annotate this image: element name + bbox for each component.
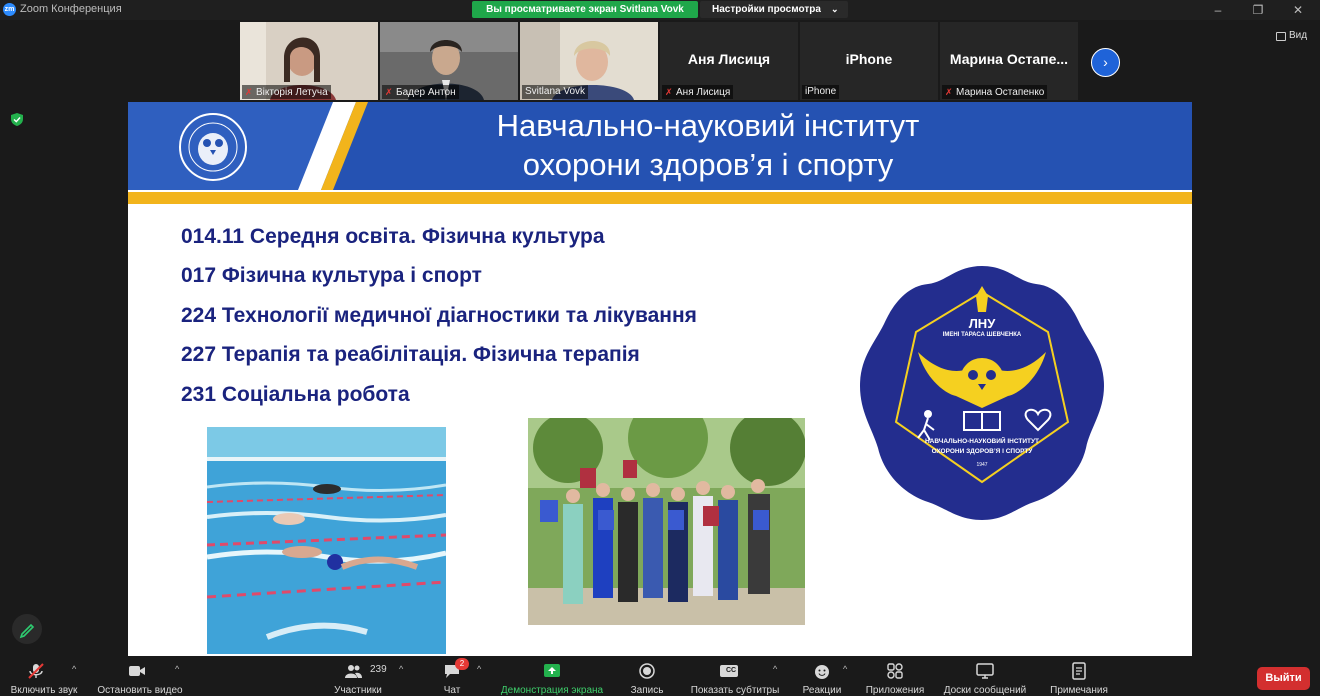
participants-icon: [345, 665, 362, 678]
participants-button[interactable]: 239 Участники: [322, 656, 394, 696]
participant-tile[interactable]: ✗ Вікторія Летуча: [240, 22, 378, 100]
encryption-shield-icon[interactable]: [11, 113, 23, 126]
mic-muted-icon: ✗: [245, 87, 253, 97]
participant-display-name: Марина Остапе...: [949, 51, 1069, 67]
participant-tile[interactable]: iPhone iPhone: [800, 22, 938, 100]
slide-title: Навчально-науковий інститут охорони здор…: [428, 106, 988, 184]
chat-button[interactable]: 2 Чат: [430, 656, 474, 696]
slide-title-line-1: Навчально-науковий інститут: [496, 108, 920, 143]
specialty-item: 017 Фізична культура і спорт: [181, 264, 482, 287]
participant-name: ✗ Бадер Антон: [382, 85, 459, 99]
slide-title-line-2: охорони здоров’я і спорту: [522, 147, 894, 182]
zoom-logo-icon: zm: [3, 3, 16, 16]
notes-button[interactable]: Примечания: [1044, 656, 1114, 696]
participant-display-name: iPhone: [845, 51, 893, 67]
participant-tile-active-speaker[interactable]: Svitlana Vovk: [520, 22, 658, 100]
share-screen-icon: [544, 664, 560, 677]
participant-name: ✗ Вікторія Летуча: [242, 85, 331, 99]
unmute-label: Включить звук: [10, 685, 78, 696]
shared-screen-slide: Навчально-науковий інститут охорони здор…: [128, 102, 1192, 656]
participant-name: ✗ Аня Лисиця: [662, 85, 734, 99]
mic-off-icon: [28, 663, 44, 679]
university-seal-logo: [179, 113, 247, 181]
grid-view-icon: [1276, 32, 1286, 41]
whiteboard-icon: [976, 663, 994, 679]
show-captions-label: Показать субтитры: [690, 685, 780, 696]
restore-icon[interactable]: ❐: [1250, 2, 1266, 18]
specialty-item: 227 Терапія та реабілітація. Фізична тер…: [181, 343, 640, 366]
share-screen-label: Демонстрация экрана: [500, 685, 604, 696]
apps-label: Приложения: [865, 685, 925, 696]
video-camera-icon: [129, 666, 145, 676]
minimize-icon[interactable]: –: [1210, 2, 1226, 18]
notes-label: Примечания: [1050, 685, 1108, 696]
swimming-pool-photo: [207, 427, 446, 654]
pencil-icon: [19, 623, 35, 639]
leave-meeting-button[interactable]: Выйти: [1257, 667, 1310, 690]
specialty-item: 224 Технології медичної діагностики та л…: [181, 304, 697, 327]
whiteboards-label: Доски сообщений: [943, 685, 1027, 696]
chevron-down-icon: ⌄: [831, 4, 839, 14]
next-page-chevron-icon[interactable]: ›: [1091, 48, 1120, 77]
video-caret-icon[interactable]: ^: [175, 664, 179, 674]
participant-tile[interactable]: Аня Лисиця ✗ Аня Лисиця: [660, 22, 798, 100]
smiley-icon: [815, 665, 829, 679]
specialty-item: 231 Соціальна робота: [181, 383, 410, 406]
logo-abbreviation: ЛНУ: [968, 316, 996, 331]
reactions-caret-icon[interactable]: ^: [843, 664, 847, 674]
captions-icon-text: CC: [726, 667, 737, 674]
participants-label: Участники: [334, 685, 382, 696]
close-icon[interactable]: ✕: [1290, 2, 1306, 18]
participant-display-name: Аня Лисиця: [687, 51, 771, 67]
whiteboards-button[interactable]: Доски сообщений: [938, 656, 1032, 696]
stop-video-button[interactable]: ^ Остановить видео: [92, 656, 188, 696]
mic-muted-icon: ✗: [945, 87, 953, 97]
record-label: Запись: [630, 685, 664, 696]
share-screen-button[interactable]: Демонстрация экрана: [496, 656, 608, 696]
unmute-button[interactable]: ^ Включить звук: [2, 656, 86, 696]
chat-caret-icon[interactable]: ^: [477, 664, 481, 674]
logo-line-1: НАВЧАЛЬНО-НАУКОВИЙ ІНСТИТУТ: [924, 438, 1040, 445]
reactions-button[interactable]: Реакции: [798, 656, 846, 696]
view-toggle-button[interactable]: Вид: [1272, 27, 1312, 45]
logo-subtitle: ІМЕНІ ТАРАСА ШЕВЧЕНКА: [942, 332, 1022, 338]
mic-muted-icon: ✗: [385, 87, 393, 97]
stop-video-label: Остановить видео: [97, 685, 183, 696]
logo-year: 1947: [976, 462, 988, 468]
show-captions-button[interactable]: CC Показать субтитры: [686, 656, 784, 696]
participant-tile[interactable]: Марина Остапе... ✗ Марина Остапенко: [940, 22, 1078, 100]
participant-name: ✗ Марина Остапенко: [942, 85, 1048, 99]
participant-tile[interactable]: ✗ Бадер Антон: [380, 22, 518, 100]
mic-muted-icon: ✗: [665, 87, 673, 97]
screen-share-banner: Вы просматриваете экран Svitlana Vovk: [472, 1, 698, 18]
chat-unread-badge: 2: [455, 658, 469, 670]
participants-caret-icon[interactable]: ^: [399, 664, 403, 674]
logo-line-2: ОХОРОНИ ЗДОРОВ’Я І СПОРТУ: [931, 448, 1033, 455]
specialty-item: 014.11 Середня освіта. Фізична культура: [181, 225, 605, 248]
view-options-button[interactable]: Настройки просмотра ⌄: [700, 1, 848, 18]
reactions-label: Реакции: [802, 685, 842, 696]
apps-icon: [887, 663, 903, 679]
audio-caret-icon[interactable]: ^: [72, 664, 76, 674]
participants-count: 239: [370, 664, 387, 675]
notes-icon: [1072, 662, 1086, 680]
record-button[interactable]: Запись: [624, 656, 670, 696]
students-group-photo: [528, 418, 805, 625]
participant-name: iPhone: [802, 85, 840, 99]
record-icon: [639, 663, 655, 679]
apps-button[interactable]: Приложения: [862, 656, 928, 696]
view-toggle-label: Вид: [1289, 30, 1308, 41]
chat-label: Чат: [443, 685, 461, 696]
window-title: Zoom Конференция: [20, 3, 122, 15]
annotate-button[interactable]: [12, 614, 42, 644]
participant-name: Svitlana Vovk: [522, 85, 589, 99]
captions-caret-icon[interactable]: ^: [773, 664, 777, 674]
view-options-label: Настройки просмотра: [712, 4, 821, 15]
institute-logo: ЛНУ ІМЕНІ ТАРАСА ШЕВЧЕНКА НАВЧАЛЬНО-НАУК…: [858, 262, 1106, 522]
